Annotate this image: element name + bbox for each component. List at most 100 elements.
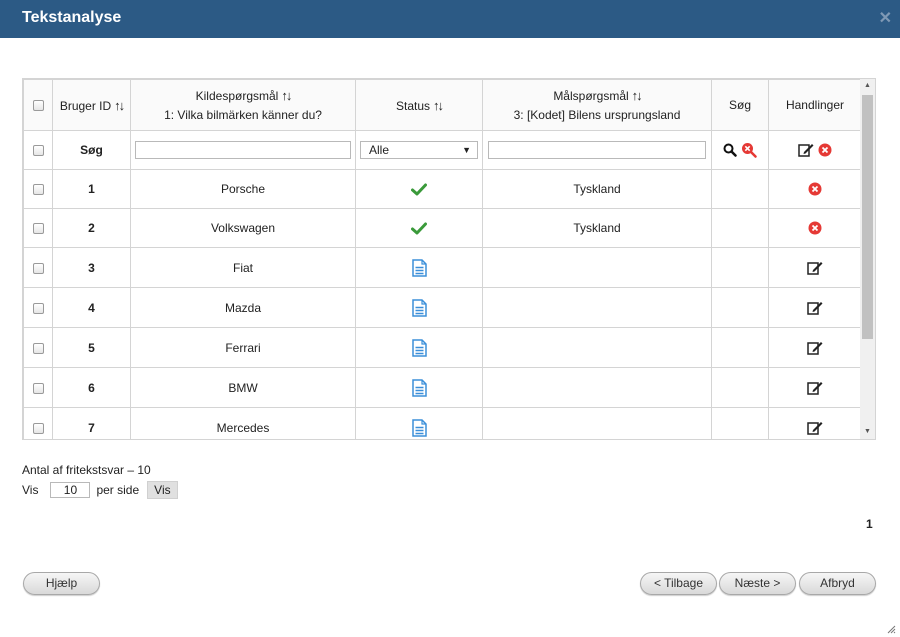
back-button[interactable]: < Tilbage — [640, 572, 717, 595]
row-actions — [768, 367, 862, 408]
row-source-answer: BMW — [130, 367, 356, 408]
row-checkbox[interactable] — [32, 223, 44, 235]
header-row: Bruger ID ↑↓ Kildespørgsmål ↑↓ 1: Vilka bil… — [23, 79, 862, 131]
filter-select-cell — [23, 130, 53, 170]
header-user-id[interactable]: Bruger ID ↑↓ — [52, 79, 131, 131]
filter-row: Søg Alle ▼ — [23, 130, 862, 170]
sort-icon[interactable]: ↑↓ — [632, 88, 643, 103]
row-user-id: 7 — [52, 407, 131, 439]
table-row[interactable]: 3 Fiat — [23, 247, 862, 288]
close-icon[interactable]: ✕ — [879, 8, 892, 28]
edit-icon[interactable] — [807, 421, 823, 435]
row-source-answer: Volkswagen — [130, 208, 356, 248]
per-page-input[interactable]: 10 — [50, 482, 91, 498]
delete-icon[interactable] — [808, 182, 822, 196]
edit-icon[interactable] — [807, 381, 823, 395]
row-checkbox[interactable] — [32, 184, 44, 196]
sort-icon[interactable]: ↑↓ — [114, 98, 125, 113]
header-label: Kildespørgsmål — [195, 89, 279, 103]
cancel-button[interactable]: Afbryd — [799, 572, 876, 595]
document-icon[interactable] — [411, 258, 427, 277]
row-checkbox[interactable] — [32, 302, 44, 314]
row-user-id: 2 — [52, 208, 131, 248]
row-status — [355, 367, 483, 408]
row-checkbox[interactable] — [32, 342, 44, 354]
edit-all-icon[interactable] — [798, 143, 814, 158]
row-status — [355, 287, 483, 328]
scroll-thumb[interactable] — [862, 95, 873, 339]
per-page-label: per side — [96, 483, 140, 497]
search-icon[interactable] — [723, 143, 738, 157]
chevron-down-icon: ▼ — [462, 145, 471, 155]
row-actions — [768, 287, 862, 328]
row-select-cell — [23, 407, 53, 439]
header-sublabel: 3: [Kodet] Bilens ursprungsland — [513, 108, 681, 122]
source-filter-input[interactable] — [135, 141, 351, 159]
document-icon[interactable] — [411, 298, 427, 317]
row-target-answer — [482, 407, 712, 439]
row-search-cell — [711, 247, 769, 288]
row-search-cell — [711, 287, 769, 328]
document-icon[interactable] — [411, 418, 427, 437]
row-checkbox[interactable] — [32, 262, 44, 274]
row-status — [355, 327, 483, 368]
clear-search-icon[interactable] — [741, 142, 757, 158]
scroll-up-arrow[interactable]: ▲ — [860, 79, 875, 93]
row-actions — [768, 327, 862, 368]
title-bar: Tekstanalyse ✕ — [0, 0, 900, 38]
status-filter-value: Alle — [369, 143, 390, 157]
row-target-answer — [482, 327, 712, 368]
table-row[interactable]: 1 Porsche Tyskland — [23, 169, 862, 209]
select-all-checkbox[interactable] — [32, 100, 44, 112]
filter-label: Søg — [52, 130, 131, 170]
sort-icon[interactable]: ↑↓ — [433, 98, 444, 113]
window-title: Tekstanalyse — [22, 9, 122, 26]
row-checkbox[interactable] — [32, 422, 44, 434]
grid-scrollbar[interactable]: ▲ ▼ — [860, 79, 875, 439]
sort-icon[interactable]: ↑↓ — [281, 88, 292, 103]
next-button[interactable]: Næste > — [719, 572, 796, 595]
row-actions — [768, 208, 862, 248]
header-label: Bruger ID — [59, 98, 112, 113]
row-status — [355, 247, 483, 288]
header-source[interactable]: Kildespørgsmål ↑↓ 1: Vilka bilmärken känne… — [130, 79, 356, 131]
filter-checkbox[interactable] — [32, 145, 44, 157]
header-label: Søg — [728, 98, 751, 112]
help-button[interactable]: Hjælp — [23, 572, 100, 595]
table-row[interactable]: 6 BMW — [23, 367, 862, 408]
header-select-all — [23, 79, 53, 131]
row-select-cell — [23, 169, 53, 209]
row-search-cell — [711, 327, 769, 368]
edit-icon[interactable] — [807, 341, 823, 355]
table-row[interactable]: 7 Mercedes — [23, 407, 862, 439]
header-status[interactable]: Status ↑↓ — [355, 79, 483, 131]
row-actions — [768, 247, 862, 288]
delete-all-icon[interactable] — [818, 143, 832, 157]
row-checkbox[interactable] — [32, 382, 44, 394]
row-user-id: 5 — [52, 327, 131, 368]
status-filter-select[interactable]: Alle ▼ — [360, 141, 478, 159]
table-row[interactable]: 5 Ferrari — [23, 327, 862, 368]
table-row[interactable]: 4 Mazda — [23, 287, 862, 328]
page-number[interactable]: 1 — [866, 517, 873, 531]
row-target-answer: Tyskland — [482, 208, 712, 248]
show-button[interactable]: Vis — [147, 481, 178, 499]
row-select-cell — [23, 208, 53, 248]
edit-icon[interactable] — [807, 261, 823, 275]
row-status — [355, 169, 483, 209]
header-target[interactable]: Målspørgsmål ↑↓ 3: [Kodet] Bilens ursprung… — [482, 79, 712, 131]
row-status — [355, 407, 483, 439]
row-source-answer: Fiat — [130, 247, 356, 288]
edit-icon[interactable] — [807, 301, 823, 315]
target-filter-input[interactable] — [488, 141, 706, 159]
header-sublabel: 1: Vilka bilmärken känner du? — [164, 108, 322, 122]
resize-grip-icon[interactable] — [886, 624, 896, 634]
scroll-down-arrow[interactable]: ▼ — [860, 425, 875, 439]
document-icon[interactable] — [411, 378, 427, 397]
delete-icon[interactable] — [808, 221, 822, 235]
header-label: Status — [395, 98, 431, 113]
document-icon[interactable] — [411, 338, 427, 357]
row-target-answer: Tyskland — [482, 169, 712, 209]
table-row[interactable]: 2 Volkswagen Tyskland — [23, 208, 862, 248]
row-source-answer: Ferrari — [130, 327, 356, 368]
